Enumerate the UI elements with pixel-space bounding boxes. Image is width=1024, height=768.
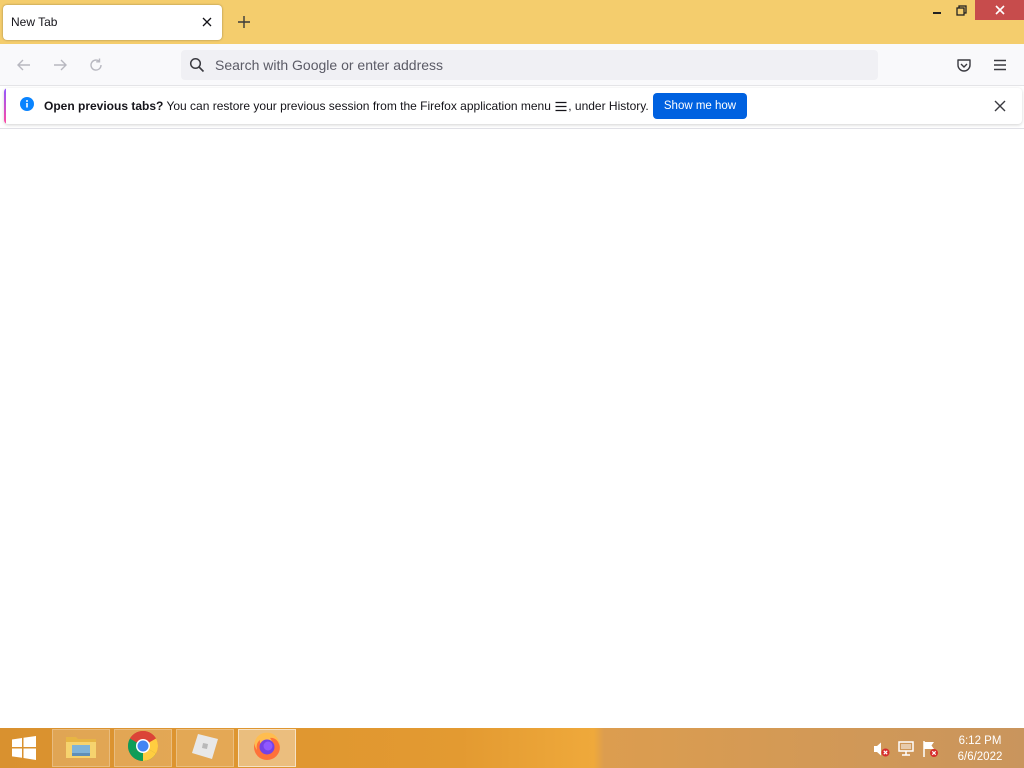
notification-message: Open previous tabs? You can restore your… (44, 99, 649, 115)
restore-icon[interactable] (950, 0, 972, 20)
clock-time: 6:12 PM (958, 735, 1002, 747)
taskbar-app-chrome[interactable] (114, 729, 172, 767)
restore-session-notification: Open previous tabs? You can restore your… (4, 88, 1022, 124)
windows-start-icon[interactable] (6, 734, 42, 762)
taskbar-app-roblox[interactable] (176, 729, 234, 767)
app-menu-hamburger-icon[interactable] (988, 53, 1012, 77)
tab-close-icon[interactable] (198, 13, 216, 31)
pocket-icon[interactable] (952, 53, 976, 77)
taskbar-clock[interactable]: 6:12 PM 6/6/2022 (948, 733, 1012, 765)
notification-text-end: , under History. (568, 99, 649, 113)
clock-date: 6/6/2022 (957, 751, 1003, 763)
taskbar-app-firefox[interactable] (238, 729, 296, 767)
tab-new-tab[interactable]: New Tab (3, 5, 222, 40)
folder-icon (64, 731, 98, 766)
notification-accent-bar (4, 88, 6, 124)
new-tab-plus-icon[interactable] (234, 12, 254, 32)
taskbar-app-explorer[interactable] (52, 729, 110, 767)
page-content (0, 128, 1024, 728)
tab-title: New Tab (11, 15, 58, 29)
forward-arrow-icon[interactable] (48, 53, 72, 77)
minimize-icon[interactable] (926, 0, 948, 20)
navigation-toolbar (0, 44, 1024, 86)
firefox-icon (251, 730, 283, 767)
notification-text: You can restore your previous session fr… (163, 99, 555, 113)
window-close-icon[interactable] (975, 0, 1024, 20)
title-bar: New Tab (0, 0, 1024, 44)
address-bar[interactable] (181, 50, 878, 80)
roblox-icon (190, 731, 220, 766)
back-arrow-icon[interactable] (12, 53, 36, 77)
url-input[interactable] (211, 50, 861, 80)
notification-bold-text: Open previous tabs? (44, 99, 164, 113)
show-me-how-button[interactable]: Show me how (653, 93, 747, 119)
notification-close-icon[interactable] (990, 96, 1010, 116)
action-center-flag-icon[interactable] (921, 740, 939, 758)
menu-hamburger-icon (555, 101, 567, 115)
taskbar (0, 728, 1024, 768)
chrome-icon (127, 730, 159, 767)
search-icon (189, 57, 205, 73)
network-icon[interactable] (897, 740, 915, 758)
reload-icon[interactable] (84, 53, 108, 77)
info-icon (20, 97, 34, 111)
volume-muted-icon[interactable] (872, 740, 890, 758)
